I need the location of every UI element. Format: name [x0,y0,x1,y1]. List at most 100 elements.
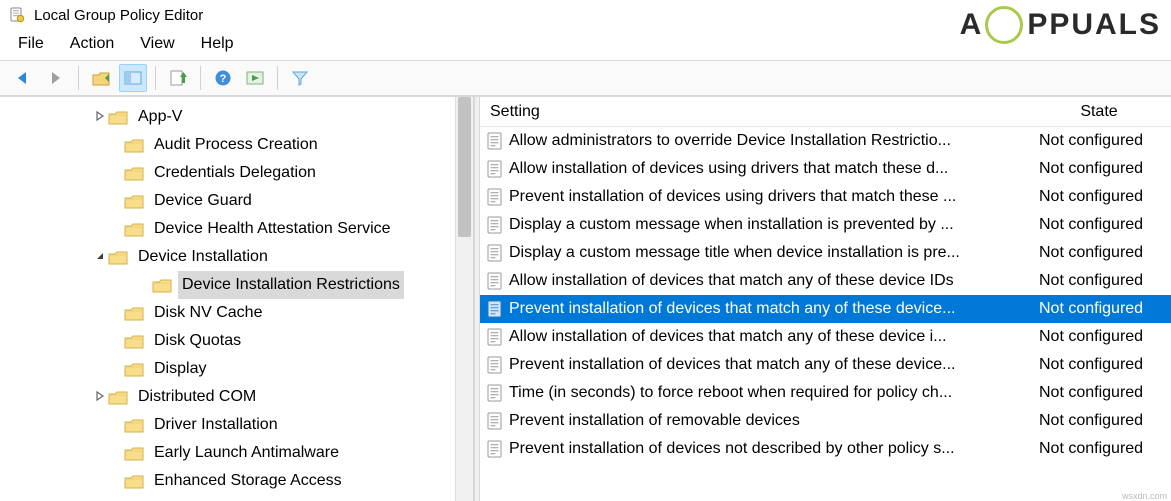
list-row[interactable]: Allow installation of devices that match… [480,267,1171,295]
tree-item[interactable]: Disk Quotas [0,327,473,355]
title-bar: Local Group Policy Editor [0,0,1171,30]
show-hide-tree-button[interactable] [119,64,147,92]
tree-item-label: Disk NV Cache [150,299,266,327]
list-row[interactable]: Prevent installation of devices that mat… [480,295,1171,323]
toolbar-separator [155,66,156,90]
policy-icon [486,216,503,234]
tree-item-label: Credentials Delegation [150,159,320,187]
tree-item-label: App-V [134,103,186,131]
menu-view[interactable]: View [140,35,174,53]
setting-state: Not configured [1033,300,1171,318]
settings-list[interactable]: Allow administrators to override Device … [480,127,1171,463]
tree-item[interactable]: Credentials Delegation [0,159,473,187]
policy-icon [486,440,503,458]
list-row[interactable]: Prevent installation of devices not desc… [480,435,1171,463]
setting-state: Not configured [1033,188,1171,206]
tree-item-label: Device Guard [150,187,256,215]
folder-icon [124,193,144,210]
tree-item[interactable]: App-V [0,103,473,131]
tree-item[interactable]: Driver Installation [0,411,473,439]
list-row[interactable]: Display a custom message title when devi… [480,239,1171,267]
policy-icon [486,412,503,430]
tree-item-label: Audit Process Creation [150,131,322,159]
up-button[interactable] [87,64,115,92]
folder-icon [124,305,144,322]
setting-label: Display a custom message when installati… [509,216,1033,234]
list-row[interactable]: Prevent installation of devices using dr… [480,183,1171,211]
tree-item[interactable]: Device Guard [0,187,473,215]
setting-state: Not configured [1033,160,1171,178]
tree-item[interactable]: Device Installation [0,243,473,271]
menu-help[interactable]: Help [201,35,234,53]
folder-icon [108,389,128,406]
setting-label: Allow installation of devices that match… [509,328,1033,346]
folder-icon [124,417,144,434]
policy-icon [486,188,503,206]
tree-item[interactable]: Enhanced Storage Access [0,467,473,495]
tree-item[interactable]: Device Health Attestation Service [0,215,473,243]
toolbar-separator [78,66,79,90]
folder-icon [152,277,172,294]
policy-icon [486,160,503,178]
setting-label: Time (in seconds) to force reboot when r… [509,384,1033,402]
tree-item[interactable]: Disk NV Cache [0,299,473,327]
menu-action[interactable]: Action [70,35,114,53]
back-button[interactable] [10,64,38,92]
policy-icon [486,384,503,402]
expand-icon[interactable] [92,103,108,131]
folder-icon [124,221,144,238]
policy-icon [486,132,503,150]
folder-icon [124,361,144,378]
tree[interactable]: App-VAudit Process CreationCredentials D… [0,97,473,495]
setting-state: Not configured [1033,356,1171,374]
list-row[interactable]: Prevent installation of removable device… [480,407,1171,435]
folder-icon [124,137,144,154]
forward-button[interactable] [42,64,70,92]
tree-item-label: Enhanced Storage Access [150,467,346,495]
collapse-icon[interactable] [92,243,108,271]
menu-file[interactable]: File [18,35,44,53]
list-row[interactable]: Allow installation of devices that match… [480,323,1171,351]
list-row[interactable]: Time (in seconds) to force reboot when r… [480,379,1171,407]
show-hide-action-button[interactable] [241,64,269,92]
list-row[interactable]: Prevent installation of devices that mat… [480,351,1171,379]
filter-button[interactable] [286,64,314,92]
setting-label: Prevent installation of devices not desc… [509,440,1033,458]
menu-bar: File Action View Help [0,30,1171,60]
toolbar-separator [277,66,278,90]
tree-item[interactable]: Early Launch Antimalware [0,439,473,467]
list-row[interactable]: Allow administrators to override Device … [480,127,1171,155]
list-row[interactable]: Display a custom message when installati… [480,211,1171,239]
folder-icon [108,109,128,126]
tree-item-label: Early Launch Antimalware [150,439,343,467]
svg-text:?: ? [220,73,227,85]
tree-item-label: Device Installation [134,243,272,271]
setting-state: Not configured [1033,244,1171,262]
setting-label: Allow installation of devices using driv… [509,160,1033,178]
export-button[interactable] [164,64,192,92]
toolbar-separator [200,66,201,90]
tree-scrollbar-thumb[interactable] [458,97,471,237]
setting-state: Not configured [1033,216,1171,234]
setting-state: Not configured [1033,272,1171,290]
setting-label: Prevent installation of devices using dr… [509,188,1033,206]
tree-item[interactable]: Audit Process Creation [0,131,473,159]
tree-item[interactable]: Display [0,355,473,383]
expand-icon[interactable] [92,383,108,411]
policy-icon [486,300,503,318]
tree-item-label: Distributed COM [134,383,260,411]
tree-item[interactable]: Distributed COM [0,383,473,411]
setting-state: Not configured [1033,440,1171,458]
tree-item-label: Device Health Attestation Service [150,215,395,243]
column-setting[interactable]: Setting [480,103,1033,121]
help-button[interactable]: ? [209,64,237,92]
column-state[interactable]: State [1033,103,1171,121]
tree-scrollbar[interactable] [455,97,473,501]
policy-icon [486,272,503,290]
folder-icon [124,445,144,462]
main-area: App-VAudit Process CreationCredentials D… [0,96,1171,501]
folder-icon [124,165,144,182]
app-icon [8,6,26,24]
list-row[interactable]: Allow installation of devices using driv… [480,155,1171,183]
tree-item[interactable]: Device Installation Restrictions [0,271,473,299]
